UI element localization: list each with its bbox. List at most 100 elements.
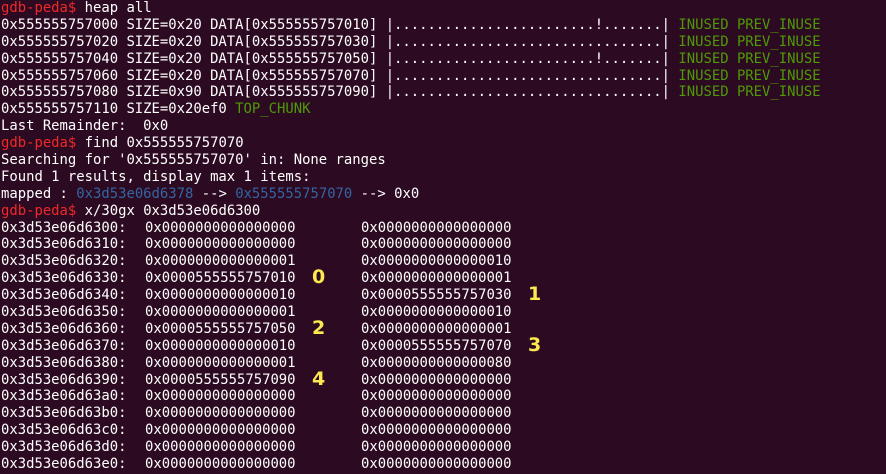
memory-address: 0x3d53e06d63d0: — [1, 439, 127, 456]
search-status-line: Searching for '0x555555757070' in: None … — [1, 152, 386, 169]
memory-dump: 0x3d53e06d6300: 0x0000000000000000 0x00000… — [1, 220, 886, 473]
memory-value: 0x0000000000000000 — [361, 439, 512, 456]
memory-value: 0x0000000000000000 — [145, 388, 296, 405]
target-address: 0x555555757070 — [235, 185, 353, 202]
memory-value: 0x0000000000000000 — [361, 422, 512, 439]
chunk-info: 0x555555757060 SIZE=0x20 DATA[0x55555575… — [1, 67, 671, 84]
memory-value: 0x0000000000000000 — [145, 439, 296, 456]
top-chunk-line: 0x555555757110 SIZE=0x20ef0 TOP_CHUNK — [1, 101, 886, 118]
chunk-info: 0x555555757080 SIZE=0x90 DATA[0x55555575… — [1, 84, 671, 101]
memory-address: 0x3d53e06d63b0: — [1, 405, 127, 422]
memory-cell: 0x0000000000000001 — [361, 270, 512, 287]
memory-cell: 0x0000000000000000 — [145, 236, 361, 253]
chunk-flags: INUSED PREV_INUSE — [678, 33, 821, 50]
command-text: find 0x555555757070 — [84, 135, 244, 152]
memory-cell: 0x0000000000000001 — [145, 355, 361, 372]
memory-cell: 0x0000000000000000 — [361, 372, 512, 389]
mapped-result-line: mapped : 0x3d53e06d6378 --> 0x5555557570… — [1, 186, 886, 203]
memory-value: 0x0000000000000000 — [145, 236, 296, 253]
memory-value: 0x0000000000000001 — [145, 304, 296, 321]
memory-value: 0x0000555555757050 — [145, 320, 296, 337]
memory-cell: 0x0000555555757010 0 — [145, 268, 361, 287]
memory-value: 0x0000000000000000 — [361, 405, 512, 422]
annotation-marker: 2 — [312, 316, 326, 339]
memory-address: 0x3d53e06d63c0: — [1, 422, 127, 439]
memory-value: 0x0000000000000000 — [361, 371, 512, 388]
memory-address: 0x3d53e06d6320: — [1, 253, 127, 270]
memory-value: 0x0000000000000001 — [145, 354, 296, 371]
memory-address: 0x3d53e06d63a0: — [1, 388, 127, 405]
memory-row: 0x3d53e06d6310: 0x0000000000000000 0x00000… — [1, 236, 886, 253]
memory-value: 0x0000555555757070 — [361, 337, 512, 354]
memory-address: 0x3d53e06d6390: — [1, 371, 127, 388]
memory-value: 0x0000000000000010 — [361, 304, 512, 321]
top-chunk-info: 0x555555757110 SIZE=0x20ef0 — [1, 101, 236, 118]
top-chunk-flag: TOP_CHUNK — [235, 101, 311, 118]
memory-value: 0x0000555555757010 — [145, 270, 296, 287]
memory-row: 0x3d53e06d63a0: 0x0000000000000000 0x00000… — [1, 388, 886, 405]
memory-value: 0x0000555555757030 — [361, 287, 512, 304]
memory-address: 0x3d53e06d63e0: — [1, 456, 127, 473]
last-remainder-line: Last Remainder: 0x0 — [1, 118, 169, 135]
memory-cell: 0x0000000000000010 — [145, 287, 361, 304]
memory-value: 0x0000555555757090 — [145, 371, 296, 388]
mapped-address: 0x3d53e06d6378 — [76, 185, 194, 202]
chunk-flags: INUSED PREV_INUSE — [678, 84, 821, 101]
chunk-info: 0x555555757020 SIZE=0x20 DATA[0x55555575… — [1, 33, 671, 50]
arrow: --> — [193, 185, 236, 202]
memory-row: 0x3d53e06d6340: 0x0000000000000010 0x00005… — [1, 283, 886, 306]
command-text: x/30gx 0x3d53e06d6300 — [84, 202, 261, 219]
memory-value: 0x0000000000000000 — [361, 456, 512, 473]
mapped-label: mapped : — [1, 185, 77, 202]
memory-row: 0x3d53e06d6320: 0x0000000000000001 0x00000… — [1, 253, 886, 270]
memory-row: 0x3d53e06d63c0: 0x0000000000000000 0x00000… — [1, 422, 886, 439]
memory-value: 0x0000000000000010 — [145, 287, 296, 304]
annotation-marker: 1 — [528, 283, 542, 306]
search-results-line: Found 1 results, display max 1 items: — [1, 168, 311, 185]
annotation-marker: 4 — [312, 367, 326, 390]
memory-address: 0x3d53e06d6350: — [1, 304, 127, 321]
memory-value: 0x0000000000000001 — [361, 320, 512, 337]
memory-cell: 0x0000000000000010 — [361, 304, 512, 321]
memory-row: 0x3d53e06d6380: 0x0000000000000001 0x00000… — [1, 355, 886, 372]
memory-cell: 0x0000000000000080 — [361, 355, 512, 372]
memory-cell: 0x0000000000000001 — [145, 253, 361, 270]
memory-cell: 0x0000000000000000 — [361, 236, 512, 253]
memory-value: 0x0000000000000000 — [145, 405, 296, 422]
command-line-find: gdb-peda$ find 0x555555757070 — [1, 135, 886, 152]
heap-chunk-row: 0x555555757080 SIZE=0x90 DATA[0x55555575… — [1, 84, 886, 101]
memory-value: 0x0000000000000001 — [361, 270, 512, 287]
memory-value: 0x0000000000000000 — [145, 219, 296, 236]
heap-chunk-row: 0x555555757020 SIZE=0x20 DATA[0x55555575… — [1, 34, 886, 51]
memory-cell: 0x0000000000000000 — [145, 456, 361, 473]
memory-cell: 0x0000000000000000 — [145, 439, 361, 456]
memory-cell: 0x0000000000000000 — [145, 422, 361, 439]
memory-cell: 0x0000555555757050 2 — [145, 316, 361, 339]
memory-row: 0x3d53e06d6360: 0x0000555555757050 2 0x0000… — [1, 316, 886, 339]
heap-chunk-row: 0x555555757060 SIZE=0x20 DATA[0x55555575… — [1, 68, 886, 85]
memory-cell: 0x0000555555757090 4 — [145, 367, 361, 390]
memory-row: 0x3d53e06d6330: 0x0000555555757010 0 0x0000… — [1, 268, 886, 287]
command-line-heap: gdb-peda$ heap all — [1, 0, 886, 17]
memory-row: 0x3d53e06d63d0: 0x0000000000000000 0x00000… — [1, 439, 886, 456]
memory-value: 0x0000000000000080 — [361, 354, 512, 371]
memory-address: 0x3d53e06d6300: — [1, 219, 127, 236]
memory-cell: 0x0000555555757070 3 — [361, 335, 541, 355]
memory-address: 0x3d53e06d6340: — [1, 287, 127, 304]
memory-row: 0x3d53e06d63e0: 0x0000000000000000 0x00000… — [1, 456, 886, 473]
memory-address: 0x3d53e06d6380: — [1, 354, 127, 371]
terminal-output[interactable]: gdb-peda$ heap all 0x555555757000 SIZE=0… — [0, 0, 886, 474]
memory-cell: 0x0000000000000000 — [145, 388, 361, 405]
gdb-prompt: gdb-peda$ — [1, 202, 77, 219]
command-line-examine: gdb-peda$ x/30gx 0x3d53e06d6300 — [1, 203, 886, 220]
arrow-null: --> 0x0 — [352, 185, 420, 202]
memory-cell: 0x0000000000000010 — [145, 338, 361, 355]
memory-row: 0x3d53e06d6350: 0x0000000000000001 0x00000… — [1, 304, 886, 321]
memory-address: 0x3d53e06d6330: — [1, 270, 127, 287]
annotation-marker: 3 — [528, 333, 542, 356]
chunk-flags: INUSED PREV_INUSE — [678, 67, 821, 84]
memory-value: 0x0000000000000000 — [145, 422, 296, 439]
chunk-flags: INUSED PREV_INUSE — [678, 50, 821, 67]
memory-address: 0x3d53e06d6370: — [1, 337, 127, 354]
memory-value: 0x0000000000000001 — [145, 253, 296, 270]
